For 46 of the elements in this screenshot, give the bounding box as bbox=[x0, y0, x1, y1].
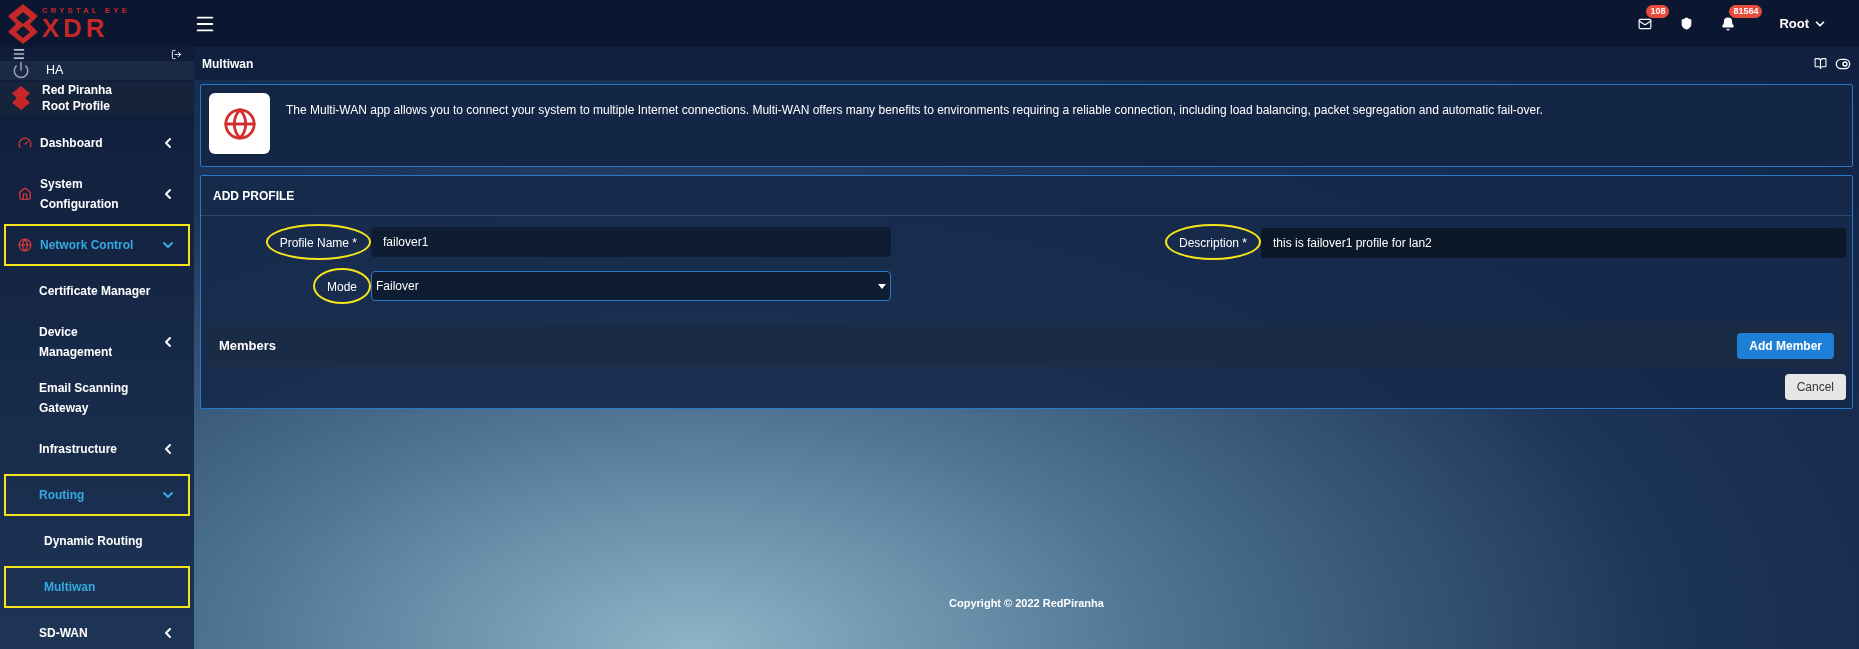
field-label: Mode bbox=[326, 280, 357, 294]
members-title: Members bbox=[219, 337, 277, 356]
mode-select[interactable]: Failover bbox=[371, 271, 891, 301]
home-icon bbox=[18, 186, 32, 201]
caret-icon bbox=[878, 283, 886, 289]
logo-icon bbox=[8, 3, 38, 44]
notification-badge: 108 bbox=[1646, 4, 1670, 18]
sidebar-item[interactable]: Certificate Manager bbox=[6, 271, 188, 310]
sidebar-item[interactable]: Infrastructure bbox=[6, 429, 188, 468]
bell-icon[interactable] bbox=[1721, 16, 1736, 31]
user-menu[interactable]: Root bbox=[1779, 13, 1827, 34]
sidebar-item[interactable]: Email Scanning Gateway bbox=[6, 373, 188, 422]
menu-icon[interactable] bbox=[12, 47, 26, 61]
page-title: Multiwan bbox=[202, 55, 254, 73]
brand-subtitle: CRYSTAL EYE bbox=[42, 6, 130, 15]
copyright-text: Copyright © 2022 RedPiranha bbox=[949, 595, 1104, 611]
profile-name: Root Profile bbox=[42, 97, 111, 114]
sidebar-item[interactable]: Network Control bbox=[6, 225, 188, 264]
description-input[interactable]: this is failover1 profile for lan2 bbox=[1261, 228, 1846, 258]
logo-icon bbox=[12, 84, 30, 111]
form-title: ADD PROFILE bbox=[213, 187, 295, 205]
org-name: Red Piranha bbox=[42, 81, 113, 98]
brand-title: XDR bbox=[42, 14, 109, 41]
profile-name-input[interactable]: failover1 bbox=[371, 227, 891, 257]
ha-label[interactable]: HA bbox=[46, 61, 64, 80]
field-label: Description * bbox=[1178, 236, 1247, 250]
mail-icon[interactable] bbox=[1638, 16, 1653, 31]
notification-badge: 81564 bbox=[1729, 4, 1763, 18]
app-icon bbox=[209, 93, 270, 154]
power-icon[interactable] bbox=[12, 61, 30, 80]
sidebar-item[interactable]: Dynamic Routing bbox=[6, 521, 188, 560]
info-text: The Multi-WAN app allows you to connect your system to multiple Internet connections. Multi-WAN offers many benefits to environments requiring a reliable connection, including load balancing, packet segregation and automatic fail-over. bbox=[286, 102, 1543, 119]
cancel-button[interactable]: Cancel bbox=[1784, 374, 1846, 400]
sidebar-item[interactable]: Dashboard bbox=[6, 123, 188, 162]
add-member-button[interactable]: Add Member bbox=[1737, 333, 1834, 359]
field-label: Profile Name * bbox=[279, 236, 357, 250]
globe-icon bbox=[18, 237, 32, 252]
sidebar-item[interactable]: SD-WAN bbox=[6, 613, 188, 649]
gauge-icon bbox=[18, 135, 32, 150]
sidebar-item[interactable]: Device Management bbox=[6, 317, 188, 366]
sidebar-item[interactable]: System Configuration bbox=[6, 169, 188, 218]
sidebar-item[interactable]: Routing bbox=[6, 475, 188, 514]
sidebar-item[interactable]: Multiwan bbox=[6, 567, 188, 606]
shield-icon[interactable] bbox=[1680, 17, 1694, 30]
book-icon[interactable] bbox=[1814, 57, 1827, 70]
logout-icon[interactable] bbox=[171, 48, 182, 60]
